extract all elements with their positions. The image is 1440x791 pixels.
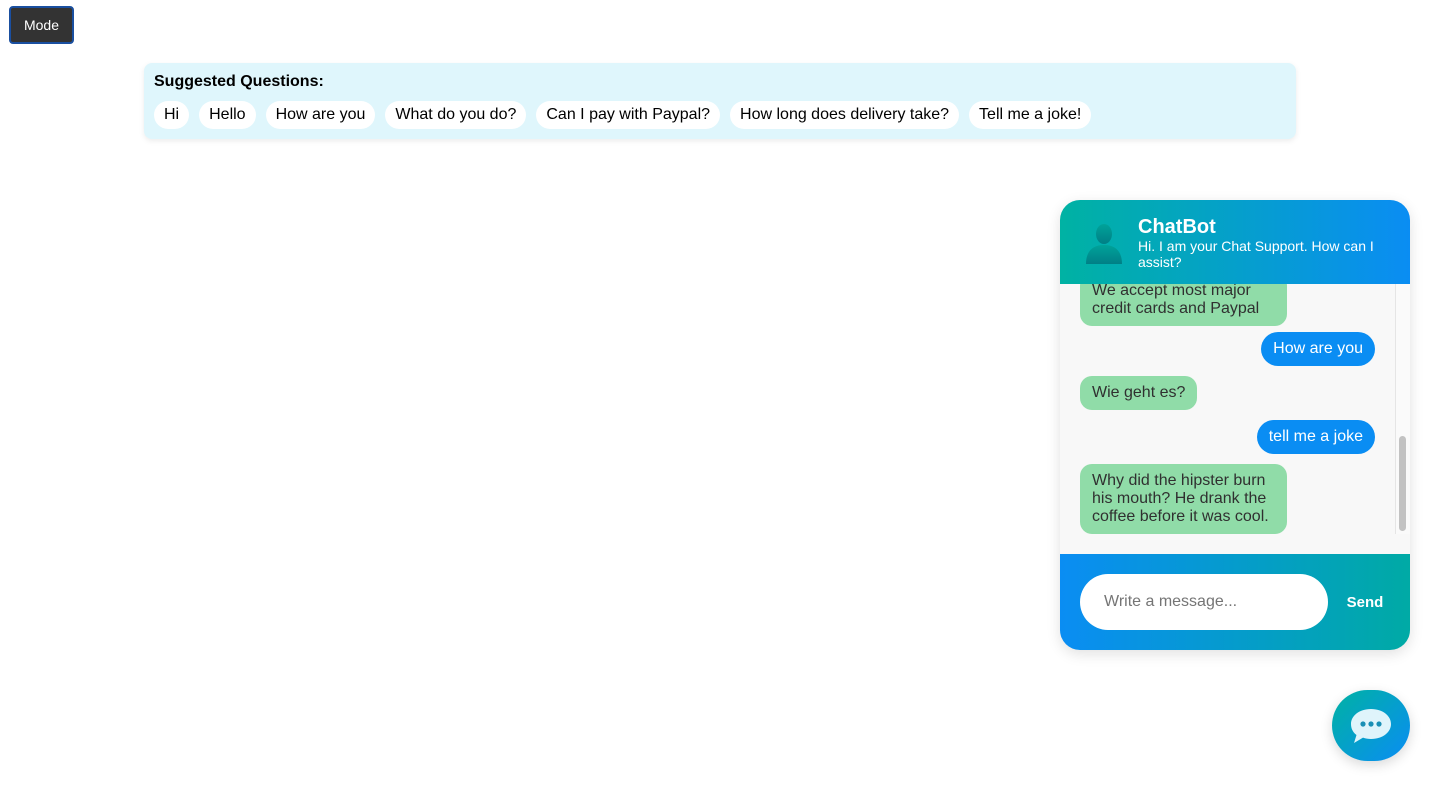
user-message: tell me a joke [1256, 420, 1375, 454]
chatbot-subtitle: Hi. I am your Chat Support. How can I as… [1138, 238, 1374, 270]
user-message: How are you [1261, 332, 1375, 366]
bot-message: Why did the hipster burn his mouth? He d… [1080, 464, 1287, 534]
suggested-questions-title: Suggested Questions: [154, 73, 324, 90]
chat-bubble-icon [1351, 708, 1391, 743]
chatbot-name: ChatBot [1138, 216, 1216, 238]
chat-footer: Send [1060, 554, 1410, 650]
chat-header: ChatBot Hi. I am your Chat Support. How … [1060, 200, 1410, 284]
message-scrollbar[interactable] [1395, 284, 1410, 534]
mode-button[interactable]: Mode [9, 6, 74, 44]
suggested-questions-list: Hi Hello How are you What do you do? Can… [154, 101, 1286, 129]
chat-launcher-button[interactable] [1332, 690, 1410, 761]
user-silhouette-icon [1086, 224, 1122, 264]
message-input[interactable] [1080, 574, 1328, 630]
suggestion-chip-joke[interactable]: Tell me a joke! [969, 101, 1092, 129]
bot-message: Wie geht es? [1080, 376, 1198, 410]
suggestion-chip-what-do-you-do[interactable]: What do you do? [385, 101, 527, 129]
message-list[interactable]: We accept most major credit cards and Pa… [1060, 284, 1410, 544]
suggested-questions-panel: Suggested Questions: Hi Hello How are yo… [144, 63, 1296, 139]
suggestion-chip-paypal[interactable]: Can I pay with Paypal? [536, 101, 721, 129]
suggestion-chip-how-are-you[interactable]: How are you [265, 101, 376, 129]
scrollbar-thumb[interactable] [1399, 436, 1406, 531]
bot-message: We accept most major credit cards and Pa… [1080, 284, 1287, 326]
chat-window: ChatBot Hi. I am your Chat Support. How … [1060, 200, 1410, 650]
suggestion-chip-delivery[interactable]: How long does delivery take? [730, 101, 960, 129]
send-button[interactable]: Send [1338, 574, 1392, 630]
suggestion-chip-hello[interactable]: Hello [199, 101, 256, 129]
suggestion-chip-hi[interactable]: Hi [154, 101, 190, 129]
